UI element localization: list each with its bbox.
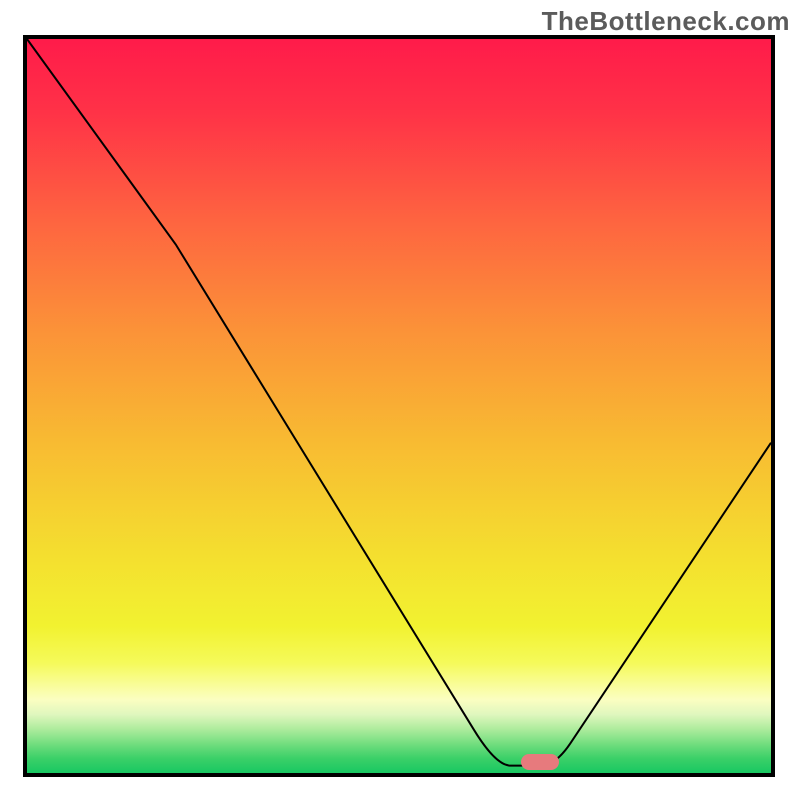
bottleneck-curve — [27, 39, 771, 773]
optimal-marker — [521, 754, 559, 770]
watermark-text: TheBottleneck.com — [542, 6, 790, 37]
plot-area — [23, 35, 775, 777]
curve-path — [27, 39, 771, 766]
chart-stage: TheBottleneck.com — [0, 0, 800, 800]
